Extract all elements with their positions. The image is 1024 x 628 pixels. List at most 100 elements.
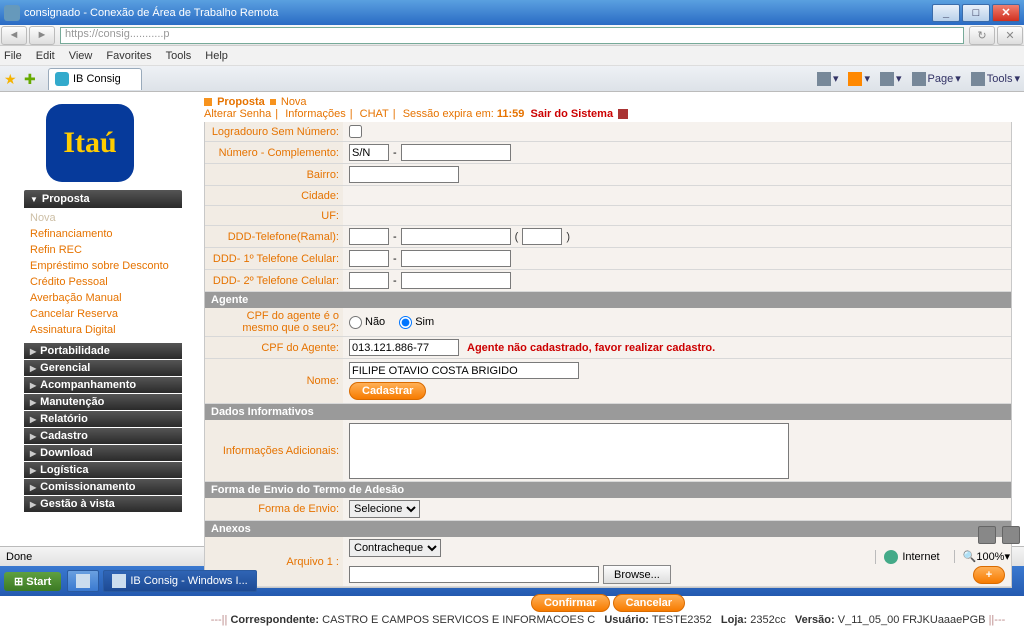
ie-nav-bar: ◄ ► https://consig...........p ↻ ✕ <box>0 25 1024 46</box>
minimize-button[interactable]: _ <box>932 4 960 22</box>
sidebar-cat-logistica[interactable]: Logística <box>24 462 182 478</box>
link-alterar-senha[interactable]: Alterar Senha <box>204 108 271 120</box>
taskbar-item-ibconsig[interactable]: IB Consig - Windows I... <box>103 570 256 592</box>
chk-logradouro[interactable] <box>349 125 362 138</box>
input-ddd-tel[interactable] <box>349 228 389 245</box>
refresh-button[interactable]: ↻ <box>969 26 995 45</box>
taskbar-item-ie-host[interactable] <box>67 570 99 592</box>
lbl-cidade: Cidade: <box>205 186 343 205</box>
select-forma-envio[interactable]: Selecione <box>349 500 420 518</box>
sidebar-item-cancelar-reserva[interactable]: Cancelar Reserva <box>24 306 182 322</box>
sidebar-head-proposta[interactable]: Proposta <box>24 190 182 208</box>
radio-nao[interactable]: Não <box>349 316 385 329</box>
input-ddd-cel2[interactable] <box>349 272 389 289</box>
close-button[interactable]: ✕ <box>992 4 1020 22</box>
sidebar-item-credito[interactable]: Crédito Pessoal <box>24 274 182 290</box>
sidebar-item-refinanciamento[interactable]: Refinanciamento <box>24 226 182 242</box>
status-text: Done <box>6 551 32 563</box>
sub-toolbar: Alterar Senha| Informações| CHAT| Sessão… <box>204 108 1012 122</box>
lbl-logradouro: Logradouro Sem Número: <box>205 122 343 141</box>
home-tool[interactable]: ▾ <box>817 72 839 86</box>
sidebar-cat-acompanhamento[interactable]: Acompanhamento <box>24 377 182 393</box>
btn-cadastrar[interactable]: Cadastrar <box>349 382 426 400</box>
stop-button[interactable]: ✕ <box>997 26 1023 45</box>
maximize-button[interactable]: □ <box>962 4 990 22</box>
sidebar-cat-portabilidade[interactable]: Portabilidade <box>24 343 182 359</box>
tray-icon-2[interactable] <box>1002 526 1020 544</box>
menu-edit[interactable]: Edit <box>36 50 55 62</box>
link-sair[interactable]: Sair do Sistema <box>531 108 614 120</box>
menu-tools[interactable]: Tools <box>166 50 192 62</box>
ie-task-icon <box>76 574 90 588</box>
btn-cancelar[interactable]: Cancelar <box>613 594 685 612</box>
rdp-icon <box>4 5 20 21</box>
status-zone: Internet <box>875 550 947 564</box>
lbl-cpf-agente: CPF do Agente: <box>205 337 343 358</box>
windows-icon: ⊞ <box>14 576 23 588</box>
sidebar-item-emprestimo[interactable]: Empréstimo sobre Desconto <box>24 258 182 274</box>
forward-button[interactable]: ► <box>29 26 55 45</box>
menu-favorites[interactable]: Favorites <box>106 50 151 62</box>
window-title: consignado - Conexão de Área de Trabalho… <box>24 7 930 19</box>
page-tool[interactable]: Page ▾ <box>912 72 961 86</box>
input-telefone[interactable] <box>401 228 511 245</box>
input-ddd-cel1[interactable] <box>349 250 389 267</box>
sidebar-cat-comissionamento[interactable]: Comissionamento <box>24 479 182 495</box>
menu-file[interactable]: File <box>4 50 22 62</box>
lbl-forma-envio: Forma de Envio: <box>205 498 343 520</box>
ie-menu-bar: File Edit View Favorites Tools Help <box>0 46 1024 66</box>
start-button[interactable]: ⊞ Start <box>4 572 61 591</box>
link-informacoes[interactable]: Informações <box>285 108 346 120</box>
sidebar-item-averbacao[interactable]: Averbação Manual <box>24 290 182 306</box>
sidebar-cat-manutencao[interactable]: Manutenção <box>24 394 182 410</box>
sidebar-cat-relatorio[interactable]: Relatório <box>24 411 182 427</box>
textarea-info-add[interactable] <box>349 423 789 479</box>
footer-info: ---|| Correspondente: CASTRO E CAMPOS SE… <box>204 614 1012 628</box>
address-bar[interactable]: https://consig...........p <box>60 27 964 44</box>
menu-help[interactable]: Help <box>205 50 228 62</box>
lbl-ddd-cel1: DDD- 1º Telefone Celular: <box>205 248 343 269</box>
favorites-star-icon[interactable]: ★ <box>4 71 20 87</box>
select-arquivo1-tipo[interactable]: Contracheque <box>349 539 441 557</box>
input-numero[interactable] <box>349 144 389 161</box>
lbl-num-comp: Número - Complemento: <box>205 142 343 163</box>
btn-add-anexo[interactable]: + <box>973 566 1005 584</box>
sidebar-cat-download[interactable]: Download <box>24 445 182 461</box>
sidebar-links: Nova Refinanciamento Refin REC Empréstim… <box>24 208 182 342</box>
menu-view[interactable]: View <box>69 50 93 62</box>
input-cel1[interactable] <box>401 250 511 267</box>
lbl-ddd-cel2: DDD- 2º Telefone Celular: <box>205 270 343 291</box>
input-bairro[interactable] <box>349 166 459 183</box>
btn-confirmar[interactable]: Confirmar <box>531 594 610 612</box>
mail-icon <box>880 72 894 86</box>
input-nome-agente[interactable] <box>349 362 579 379</box>
link-chat[interactable]: CHAT <box>360 108 389 120</box>
input-cpf-agente[interactable] <box>349 339 459 356</box>
lbl-nome: Nome: <box>205 359 343 403</box>
input-complemento[interactable] <box>401 144 511 161</box>
input-cel2[interactable] <box>401 272 511 289</box>
feeds-tool[interactable]: ▾ <box>848 72 870 86</box>
input-arquivo1-path[interactable] <box>349 566 599 583</box>
page-content: Itaú Proposta Nova Refinanciamento Refin… <box>0 92 1024 546</box>
sidebar-item-assinatura[interactable]: Assinatura Digital <box>24 322 182 338</box>
error-cpf: Agente não cadastrado, favor realizar ca… <box>467 342 715 354</box>
back-button[interactable]: ◄ <box>1 26 27 45</box>
home-icon <box>817 72 831 86</box>
add-favorite-icon[interactable]: ✚ <box>24 71 40 87</box>
lbl-ddd-tel: DDD-Telefone(Ramal): <box>205 226 343 247</box>
sidebar-item-refin-rec[interactable]: Refin REC <box>24 242 182 258</box>
browser-tab[interactable]: IB Consig <box>48 68 142 90</box>
sidebar-cat-gerencial[interactable]: Gerencial <box>24 360 182 376</box>
mail-tool[interactable]: ▾ <box>880 72 902 86</box>
tray-icon-1[interactable] <box>978 526 996 544</box>
sidebar-item-nova[interactable]: Nova <box>24 210 182 226</box>
btn-browse[interactable]: Browse... <box>603 565 671 584</box>
sidebar-cat-gestao[interactable]: Gestão à vista <box>24 496 182 512</box>
status-zoom[interactable]: 🔍 100% ▾ <box>954 550 1018 563</box>
sidebar-cat-cadastro[interactable]: Cadastro <box>24 428 182 444</box>
tools-tool[interactable]: Tools ▾ <box>971 72 1020 86</box>
input-ramal[interactable] <box>522 228 562 245</box>
itau-logo: Itaú <box>46 104 134 182</box>
radio-sim[interactable]: Sim <box>399 316 434 329</box>
